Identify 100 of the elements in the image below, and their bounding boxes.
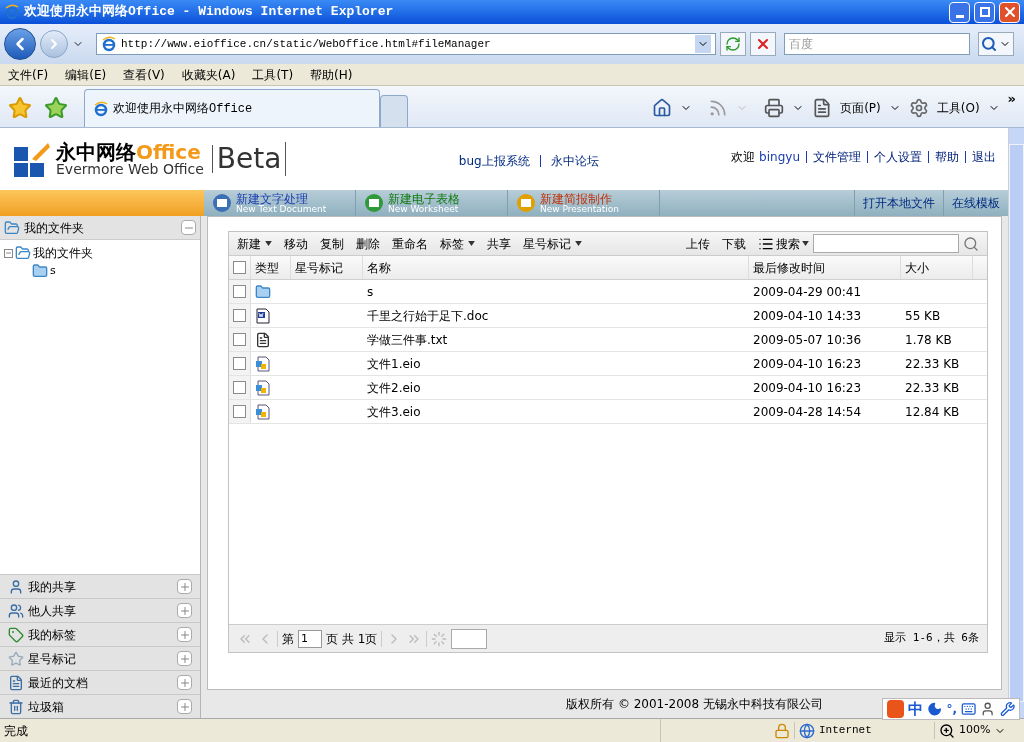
table-cell-text: 2009-04-29 00:41 <box>752 283 863 301</box>
keyboard-icon[interactable] <box>961 701 977 717</box>
toolbar-button[interactable]: 标签 <box>440 234 475 253</box>
file-name-cell[interactable]: 千里之行始于足下.doc <box>363 304 749 327</box>
back-button[interactable] <box>4 28 36 60</box>
moon-icon[interactable] <box>927 701 943 717</box>
menu-item[interactable]: 收藏夹(A) <box>181 65 236 84</box>
toolbar-button[interactable]: 星号标记 <box>523 234 582 253</box>
search-mode-button[interactable]: 搜索 <box>758 234 809 253</box>
menu-item[interactable]: 编辑(E) <box>65 65 107 84</box>
ime-mode-button[interactable]: 中 <box>908 697 924 721</box>
toolbar-button[interactable]: 共享 <box>487 234 511 253</box>
address-dropdown-button[interactable] <box>695 35 711 53</box>
refresh-button[interactable] <box>720 32 746 56</box>
maximize-icon <box>979 7 990 17</box>
punctuation-button[interactable]: °, <box>946 700 958 718</box>
zoom-icon[interactable] <box>939 722 955 739</box>
sidebar-section[interactable]: 他人共享 <box>0 598 200 622</box>
checkbox[interactable] <box>233 309 246 322</box>
close-button[interactable] <box>999 1 1020 23</box>
checkbox[interactable] <box>233 381 246 394</box>
toolbar-button[interactable]: 复制 <box>320 234 344 253</box>
toolbar-button[interactable]: 重命名 <box>392 234 428 253</box>
more-chevron[interactable]: » <box>1007 89 1016 109</box>
toolbar-button[interactable]: 上传 <box>686 234 710 253</box>
sidebar-section[interactable]: 星号标记 <box>0 646 200 670</box>
user-icon[interactable] <box>980 701 996 717</box>
column-header[interactable]: 名称 <box>363 256 749 279</box>
expand-toggle[interactable] <box>177 603 192 618</box>
add-favorite-icon[interactable] <box>44 96 68 120</box>
toolbar-button[interactable]: 下载 <box>722 234 746 253</box>
create-document-icon <box>516 193 536 213</box>
sidebar-section[interactable]: 我的共享 <box>0 574 200 598</box>
minimize-button[interactable] <box>949 1 970 23</box>
expand-toggle[interactable] <box>177 675 192 690</box>
menu-item[interactable]: 工具(T) <box>252 65 294 84</box>
tree-item[interactable]: 我的文件夹 <box>33 244 93 262</box>
menu-item[interactable]: 查看(V) <box>123 65 165 84</box>
browser-logo-icon <box>93 100 109 117</box>
file-name-cell[interactable]: 文件3.eio <box>363 400 749 423</box>
trash-icon <box>8 698 24 715</box>
expand-toggle[interactable] <box>177 651 192 666</box>
sidebar-section[interactable]: 我的标签 <box>0 622 200 646</box>
search-icon[interactable] <box>963 235 979 252</box>
search-field[interactable]: 百度 <box>784 33 970 55</box>
sidebar-section[interactable]: 最近的文档 <box>0 670 200 694</box>
address-field[interactable]: http://www.eioffice.cn/static/WebOffice.html#fileManager <box>96 33 716 55</box>
checkbox[interactable] <box>233 333 246 346</box>
expand-toggle[interactable] <box>177 699 192 714</box>
menu-item[interactable]: 文件(F) <box>8 65 49 84</box>
tree-toggle[interactable] <box>4 248 13 258</box>
expand-toggle[interactable] <box>177 627 192 642</box>
checkbox[interactable] <box>233 261 246 274</box>
file-name-cell[interactable]: s <box>363 280 749 303</box>
file-name-cell[interactable]: 学做三件事.txt <box>363 328 749 351</box>
caret-icon <box>802 241 809 246</box>
gear-icon <box>908 98 929 118</box>
toolbar-button[interactable]: 新建 <box>237 234 272 253</box>
printer-icon[interactable] <box>764 98 785 118</box>
ime-logo-icon[interactable] <box>887 700 905 718</box>
user-menu-link[interactable]: 文件管理 <box>813 148 861 166</box>
search-button[interactable] <box>978 32 1014 56</box>
checkbox[interactable] <box>233 405 246 418</box>
file-search-field[interactable] <box>813 234 959 253</box>
home-icon[interactable] <box>652 98 673 118</box>
sidebar-section[interactable]: 垃圾箱 <box>0 694 200 718</box>
page-number-field[interactable]: 1 <box>298 629 322 648</box>
expand-toggle[interactable] <box>181 220 196 235</box>
zoom-level[interactable]: 100% <box>959 722 991 739</box>
user-menu-link[interactable]: 个人设置 <box>874 148 922 166</box>
column-header[interactable]: 大小 <box>901 256 973 279</box>
user-link[interactable]: bingyu <box>759 148 800 166</box>
column-header[interactable]: 星号标记 <box>291 256 363 279</box>
maximize-button[interactable] <box>974 1 995 23</box>
column-header[interactable]: 类型 <box>251 256 291 279</box>
file-name-cell[interactable]: 文件2.eio <box>363 376 749 399</box>
table-cell-text: 22.33 KB <box>904 355 961 373</box>
wrench-icon[interactable] <box>999 701 1016 717</box>
toolbar-button[interactable]: 删除 <box>356 234 380 253</box>
page-menu[interactable]: 页面(P) <box>840 99 881 117</box>
header-link[interactable]: 永中论坛 <box>550 152 599 170</box>
stop-button[interactable] <box>750 32 776 56</box>
favorites-star-icon[interactable] <box>8 96 32 120</box>
tools-menu[interactable]: 工具(O) <box>936 99 980 117</box>
column-header[interactable]: 最后修改时间 <box>749 256 901 279</box>
checkbox[interactable] <box>233 357 246 370</box>
user-menu-link[interactable]: 退出 <box>972 148 996 166</box>
page-size-field[interactable] <box>451 628 488 649</box>
browser-tab[interactable]: 欢迎使用永中网络Office <box>84 89 380 127</box>
new-tab-button[interactable] <box>380 95 408 127</box>
header-link[interactable]: bug上报系统 <box>458 152 530 170</box>
expand-toggle[interactable] <box>177 579 192 594</box>
tree-item[interactable]: s <box>50 262 56 280</box>
menu-item[interactable]: 帮助(H) <box>310 65 353 84</box>
file-name-cell[interactable]: 文件1.eio <box>363 352 749 375</box>
checkbox[interactable] <box>233 285 246 298</box>
toolbar-button[interactable]: 移动 <box>284 234 308 253</box>
sidebar-header[interactable]: 我的文件夹 <box>0 216 200 240</box>
user-menu-link[interactable]: 帮助 <box>935 148 959 166</box>
zone-text: Internet <box>819 723 872 739</box>
